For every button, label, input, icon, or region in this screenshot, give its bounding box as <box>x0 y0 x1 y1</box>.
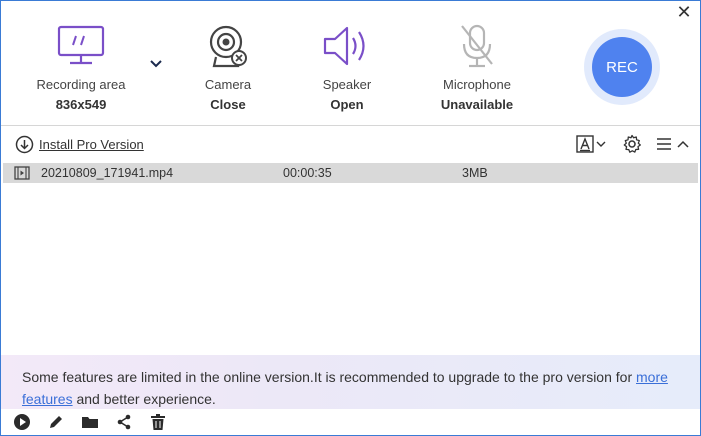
file-name: 20210809_171941.mp4 <box>41 166 174 180</box>
settings-button[interactable] <box>622 134 642 154</box>
microphone-value: Unavailable <box>440 97 514 112</box>
text-style-icon <box>576 135 606 153</box>
trash-icon[interactable] <box>149 413 167 435</box>
recording-area-value: 836x549 <box>55 97 107 112</box>
camera-label: Camera <box>204 77 252 92</box>
rec-button-halo: REC <box>584 29 660 105</box>
microphone-label: Microphone <box>443 77 511 92</box>
speaker-icon <box>307 21 387 71</box>
recording-area-label: Recording area <box>36 77 126 92</box>
notice-text: Some features are limited in the online … <box>22 366 682 410</box>
text-style-button[interactable] <box>576 135 608 153</box>
rec-button[interactable]: REC <box>592 37 652 97</box>
right-tools <box>562 134 690 154</box>
microphone-muted-icon <box>432 21 522 71</box>
file-duration: 00:00:35 <box>283 166 332 180</box>
microphone-button[interactable]: Microphone Unavailable <box>432 21 522 112</box>
install-pro-link[interactable]: Install Pro Version <box>15 135 144 154</box>
notice-text-before: Some features are limited in the online … <box>22 369 636 385</box>
speaker-label: Speaker <box>322 77 372 92</box>
toolbar: Recording area 836x549 Camera Close Spea… <box>1 1 700 125</box>
notice-text-after: and better experience. <box>72 391 216 407</box>
file-row[interactable]: 20210809_171941.mp4 00:00:35 3MB <box>3 163 698 183</box>
menu-button[interactable] <box>656 137 690 151</box>
speaker-button[interactable]: Speaker Open <box>307 21 387 112</box>
video-file-icon <box>14 166 30 180</box>
bottom-toolbar <box>1 409 700 435</box>
share-icon[interactable] <box>115 413 133 435</box>
folder-icon[interactable] <box>81 413 99 435</box>
action-bar: Install Pro Version <box>1 126 700 163</box>
file-size: 3MB <box>462 166 488 180</box>
chevron-up-icon <box>677 140 689 148</box>
speaker-value: Open <box>330 97 364 112</box>
gear-icon <box>623 134 641 153</box>
webcam-icon <box>188 21 268 71</box>
screen-icon <box>31 21 131 71</box>
install-pro-label: Install Pro Version <box>39 137 144 152</box>
pencil-icon[interactable] <box>47 413 65 435</box>
recording-area-button[interactable]: Recording area 836x549 <box>31 21 131 112</box>
upgrade-notice: Some features are limited in the online … <box>1 355 700 409</box>
chevron-down-icon[interactable] <box>147 57 165 71</box>
camera-value: Close <box>210 97 246 112</box>
app-window: ✕ Recording area 836x549 Camera Close Sp… <box>0 0 701 436</box>
download-icon <box>15 135 34 154</box>
menu-icon <box>657 138 671 150</box>
camera-button[interactable]: Camera Close <box>188 21 268 112</box>
play-icon[interactable] <box>13 413 31 435</box>
